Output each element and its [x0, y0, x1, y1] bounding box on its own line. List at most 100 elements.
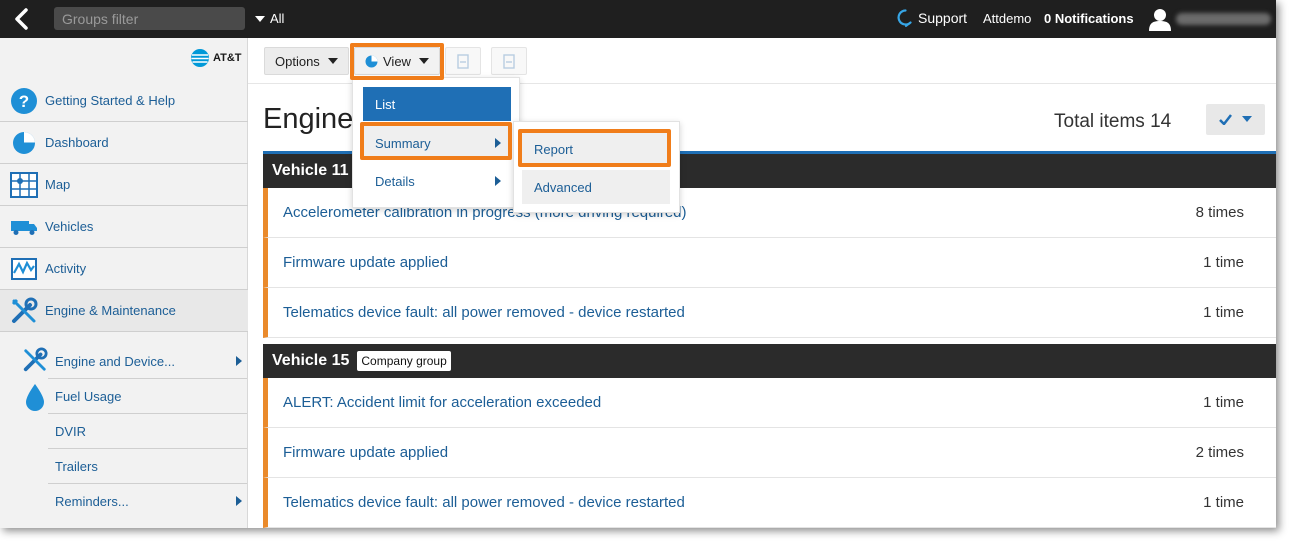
event-count: 1 time — [1203, 394, 1244, 411]
wrench-icon — [10, 297, 38, 325]
table-row[interactable]: Firmware update applied 1 time — [263, 238, 1276, 288]
sidebar-item-label: Map — [45, 177, 71, 192]
sidebar-item-engine-maintenance[interactable]: Engine & Maintenance — [0, 290, 248, 332]
document-icon — [457, 53, 469, 69]
sidebar-subitem-dvir[interactable]: DVIR — [48, 414, 247, 449]
chevron-right-icon — [236, 356, 242, 366]
event-count: 1 time — [1203, 254, 1244, 271]
user-avatar-icon[interactable] — [1148, 7, 1172, 31]
caret-down-icon — [1242, 116, 1252, 122]
sidebar-subitem-label: Engine and Device... — [55, 353, 175, 369]
menu-item-summary[interactable]: Summary — [363, 126, 511, 160]
summary-submenu: Report Advanced — [513, 121, 680, 213]
event-count: 2 times — [1195, 444, 1244, 461]
menu-item-label: Advanced — [534, 179, 592, 195]
view-button[interactable]: View — [354, 47, 440, 75]
groups-filter-input[interactable] — [54, 7, 245, 30]
event-count: 1 time — [1203, 494, 1244, 511]
table-row[interactable]: ALERT: Accident limit for acceleration e… — [263, 378, 1276, 428]
event-description[interactable]: Firmware update applied — [283, 254, 448, 271]
checkmark-icon — [1219, 114, 1232, 125]
sidebar-subitem-fuel-usage[interactable]: Fuel Usage — [48, 379, 247, 414]
sidebar-subitem-engine-and-device[interactable]: Engine and Device... — [48, 344, 247, 379]
sidebar-item-label: Dashboard — [45, 135, 109, 150]
user-email-redacted — [1176, 13, 1271, 25]
group-badge: Company group — [357, 351, 451, 371]
sidebar-item-dashboard[interactable]: Dashboard — [0, 122, 248, 164]
view-label: View — [383, 53, 411, 69]
svg-text:?: ? — [19, 92, 29, 111]
support-link[interactable]: Support — [897, 9, 967, 28]
chevron-right-icon — [495, 176, 501, 186]
sidebar-subitem-label: DVIR — [55, 423, 87, 439]
group-scope-label: All — [270, 11, 285, 26]
total-items-count: Total items 14 — [1054, 111, 1172, 132]
map-icon — [10, 171, 38, 199]
table-row[interactable]: Firmware update applied 2 times — [263, 428, 1276, 478]
pie-chart-icon — [10, 129, 38, 157]
select-all-button[interactable] — [1206, 104, 1265, 135]
sidebar-subitem-trailers[interactable]: Trailers — [48, 449, 247, 484]
truck-icon — [10, 213, 38, 241]
view-dropdown-menu: List Summary Details — [352, 77, 520, 208]
sidebar-item-getting-started[interactable]: ? Getting Started & Help — [0, 80, 248, 122]
menu-item-advanced[interactable]: Advanced — [522, 170, 670, 204]
event-description[interactable]: Firmware update applied — [283, 444, 448, 461]
options-label: Options — [275, 53, 320, 69]
back-arrow-icon[interactable] — [10, 7, 34, 31]
fuel-drop-icon — [26, 384, 44, 411]
table-row[interactable]: Telematics device fault: all power remov… — [263, 288, 1276, 338]
event-description[interactable]: ALERT: Accident limit for acceleration e… — [283, 394, 601, 411]
caret-down-icon — [255, 16, 265, 22]
notifications-link[interactable]: 0 Notifications — [1044, 11, 1134, 26]
chevron-right-icon — [236, 496, 242, 506]
sidebar-item-label: Engine & Maintenance — [45, 303, 176, 318]
sidebar-item-label: Getting Started & Help — [45, 93, 176, 108]
group-scope-dropdown[interactable]: All — [255, 11, 284, 26]
event-description[interactable]: Telematics device fault: all power remov… — [283, 304, 685, 321]
chevron-right-icon — [495, 138, 501, 148]
wrench-icon — [23, 347, 48, 372]
page-title: Engine — [263, 103, 354, 135]
menu-item-details[interactable]: Details — [363, 164, 511, 198]
sidebar-subitem-label: Fuel Usage — [55, 388, 122, 404]
help-icon: ? — [10, 87, 38, 115]
group-header: Vehicle 15 Company group — [263, 344, 1276, 378]
sidebar-item-vehicles[interactable]: Vehicles — [0, 206, 248, 248]
sidebar-item-label: Activity — [45, 261, 87, 276]
sidebar-subitem-reminders[interactable]: Reminders... — [48, 484, 247, 519]
brand-label: AT&T — [213, 52, 242, 64]
sidebar-subitem-label: Trailers — [55, 458, 98, 474]
pie-chart-icon — [365, 55, 378, 67]
table-row[interactable]: Telematics device fault: all power remov… — [263, 478, 1276, 528]
event-description[interactable]: Telematics device fault: all power remov… — [283, 494, 685, 511]
group-name: Vehicle 11 — [272, 162, 349, 179]
sidebar-item-activity[interactable]: Activity — [0, 248, 248, 290]
menu-item-label: Report — [534, 141, 574, 157]
sidebar-item-map[interactable]: Map — [0, 164, 248, 206]
top-bar: All Support Attdemo 0 Notifications — [0, 0, 1276, 38]
menu-item-label: Summary — [375, 135, 431, 151]
menu-item-report[interactable]: Report — [522, 132, 670, 166]
export-document-button[interactable] — [445, 47, 481, 75]
options-button[interactable]: Options — [264, 47, 349, 75]
menu-item-label: Details — [375, 173, 415, 189]
app-window: All Support Attdemo 0 Notifications AT&T — [0, 0, 1276, 528]
menu-item-list[interactable]: List — [363, 87, 511, 121]
support-headset-icon — [897, 9, 912, 27]
user-name-link[interactable]: Attdemo — [983, 11, 1031, 26]
sidebar-item-label: Vehicles — [45, 219, 94, 234]
support-label: Support — [918, 10, 968, 26]
att-logo: AT&T — [190, 48, 242, 68]
group-name: Vehicle 15 — [272, 352, 350, 369]
activity-icon — [10, 255, 38, 283]
menu-item-label: List — [375, 96, 396, 112]
print-document-button[interactable] — [491, 47, 527, 75]
event-count: 8 times — [1195, 204, 1244, 221]
sidebar: AT&T ? Getting Started & Help Dashboard … — [0, 38, 248, 528]
caret-down-icon — [418, 58, 429, 64]
event-count: 1 time — [1203, 304, 1244, 321]
document-icon — [503, 53, 515, 69]
sidebar-subitem-label: Reminders... — [55, 494, 129, 509]
att-globe-icon — [191, 49, 209, 67]
